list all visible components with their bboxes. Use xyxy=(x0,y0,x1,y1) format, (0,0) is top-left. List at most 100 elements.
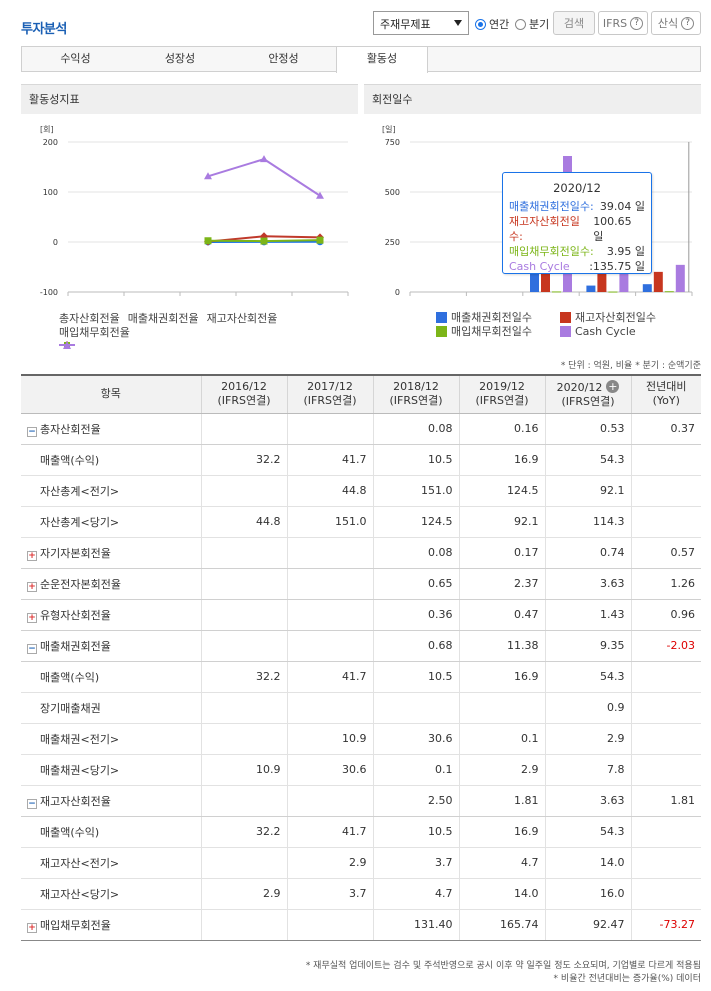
row-label: 재고자산회전율 xyxy=(40,794,111,808)
collapse-icon[interactable]: − xyxy=(27,643,37,654)
table-row: 매출액(수익) 32.2 41.7 10.5 16.9 54.3 xyxy=(21,816,701,848)
legend-item[interactable]: 재고자산회전율 xyxy=(59,311,277,348)
radio-quarter[interactable]: 분기 xyxy=(515,16,549,32)
value-cell xyxy=(630,816,701,848)
tab-stability[interactable]: 안정성 xyxy=(231,47,336,71)
expand-icon[interactable]: + xyxy=(27,550,37,561)
tooltip-row: 재고자산회전일수: 100.65 일 xyxy=(509,214,645,244)
row-label-cell[interactable]: + 자기자본회전율 xyxy=(21,537,201,569)
row-label: 매출채권회전율 xyxy=(40,639,111,653)
bar xyxy=(653,271,663,292)
table-group-row: − 총자산회전율 0.08 0.16 0.53 0.37 xyxy=(21,413,701,445)
row-label-cell[interactable]: + 유형자산회전율 xyxy=(21,599,201,631)
value-cell xyxy=(200,413,287,445)
x-tick-label: 2016/12 xyxy=(422,298,455,299)
tab-growth[interactable]: 성장성 xyxy=(129,47,231,71)
value-cell: 41.7 xyxy=(286,444,373,476)
row-label-cell[interactable]: + 순운전자본회전율 xyxy=(21,568,201,600)
table-group-row: + 자기자본회전율 0.08 0.17 0.74 0.57 xyxy=(21,537,701,569)
tooltip-row: Cash Cycle :135.75 일 xyxy=(509,259,645,274)
value-cell xyxy=(286,599,373,631)
value-cell: 2.50 xyxy=(372,785,459,817)
value-cell xyxy=(200,723,287,755)
chart-tooltip: 2020/12 매출채권회전일수: 39.04 일 재고자산회전일수: 100.… xyxy=(502,172,652,274)
legend-item[interactable]: 재고자산회전일수 xyxy=(560,310,656,324)
expand-icon[interactable]: + xyxy=(27,612,37,623)
expand-icon[interactable]: + xyxy=(27,922,37,933)
value-cell: 2.9 xyxy=(200,878,287,910)
value-cell: 151.0 xyxy=(286,506,373,538)
table-group-row: − 매출채권회전율 0.68 11.38 9.35 -2.03 xyxy=(21,630,701,662)
value-cell xyxy=(286,630,373,662)
row-label-cell[interactable]: − 재고자산회전율 xyxy=(21,785,201,817)
series-line xyxy=(207,158,321,197)
formula-label: 산식 xyxy=(657,17,679,30)
legend-item[interactable]: Cash Cycle xyxy=(560,324,636,338)
statement-type-select[interactable]: 주재무제표 xyxy=(373,11,469,35)
table-row: 자산총계<전기> 44.8 151.0 124.5 92.1 xyxy=(21,475,701,507)
header-sublabel: (IFRS연결) xyxy=(217,394,271,408)
row-label-cell[interactable]: − 매출채권회전율 xyxy=(21,630,201,662)
expand-plus-icon[interactable]: + xyxy=(606,379,620,393)
row-label-cell[interactable]: − 총자산회전율 xyxy=(21,413,201,445)
radio-checked-icon xyxy=(475,18,486,30)
value-cell: 0.96 xyxy=(630,599,701,631)
chevron-down-icon xyxy=(454,20,462,26)
table-group-row: + 순운전자본회전율 0.65 2.37 3.63 1.26 xyxy=(21,568,701,600)
value-cell: 165.74 xyxy=(458,909,545,941)
tab-activity[interactable]: 활동성 xyxy=(336,46,428,73)
legend-item[interactable]: 매입채무회전율 xyxy=(59,325,130,349)
table-group-row: + 매입채무회전율 131.40 165.74 92.47 -73.27 xyxy=(21,909,701,941)
value-cell: 92.1 xyxy=(458,506,545,538)
value-cell: 10.9 xyxy=(200,754,287,786)
value-cell xyxy=(286,568,373,600)
row-label-cell[interactable]: + 매입채무회전율 xyxy=(21,909,201,941)
tooltip-value: 3.95 일 xyxy=(606,245,645,258)
legend-label: 매입채무회전일수 xyxy=(451,325,532,338)
expand-icon[interactable]: + xyxy=(27,581,37,592)
legend-item[interactable]: 매출채권회전율 xyxy=(59,311,199,349)
legend-swatch xyxy=(436,311,447,323)
value-cell xyxy=(200,630,287,662)
value-cell: 16.9 xyxy=(458,661,545,693)
formula-help-button[interactable]: 산식 ? xyxy=(651,11,701,35)
x-tick-label: 2018/12 xyxy=(191,298,224,299)
table-row: 자산총계<당기> 44.8 151.0 124.5 92.1 114.3 xyxy=(21,506,701,538)
row-label: 매출액(수익) xyxy=(40,453,100,467)
table-group-row: + 유형자산회전율 0.36 0.47 1.43 0.96 xyxy=(21,599,701,631)
data-point xyxy=(260,155,268,163)
value-cell: 0.47 xyxy=(458,599,545,631)
value-cell: 3.63 xyxy=(544,568,631,600)
help-icon: ? xyxy=(630,16,644,30)
legend-item[interactable]: 매출채권회전일수 xyxy=(436,310,552,324)
value-cell: 44.8 xyxy=(200,506,287,538)
legend-item[interactable]: 매입채무회전일수 xyxy=(436,324,552,338)
collapse-icon[interactable]: − xyxy=(27,426,37,437)
header-period: 2017/12 (IFRS연결) xyxy=(286,374,373,414)
search-button[interactable]: 검색 xyxy=(553,11,595,35)
header-sublabel: (IFRS연결) xyxy=(561,394,615,408)
x-tick-label: 2017/12 xyxy=(478,298,511,299)
value-cell xyxy=(200,475,287,507)
legend-item[interactable]: 총자산회전율 xyxy=(59,311,120,348)
value-cell xyxy=(372,692,459,724)
row-label: 매출채권<전기> xyxy=(40,732,120,746)
ifrs-help-button[interactable]: IFRS ? xyxy=(598,11,648,35)
value-cell: 0.17 xyxy=(458,537,545,569)
value-cell xyxy=(630,878,701,910)
row-label: 자기자본회전율 xyxy=(40,546,111,560)
radio-annual[interactable]: 연간 xyxy=(475,16,509,32)
table-header-row: 항목 2016/12 (IFRS연결) 2017/12 (IFRS연결) 2018/12(… xyxy=(21,374,701,414)
value-cell xyxy=(286,785,373,817)
x-tick-label: 2018/12 xyxy=(534,298,567,299)
tab-profitability[interactable]: 수익성 xyxy=(22,47,129,71)
value-cell xyxy=(286,537,373,569)
bar xyxy=(664,291,674,293)
header-label: 2020/12 xyxy=(556,380,603,394)
table-group-row: − 재고자산회전율 2.50 1.81 3.63 1.81 xyxy=(21,785,701,817)
y-tick-label: -100 xyxy=(40,288,58,297)
collapse-icon[interactable]: − xyxy=(27,798,37,809)
x-tick-label: 2019/12 xyxy=(247,298,280,299)
value-cell: 92.1 xyxy=(544,475,631,507)
row-label-cell: 매출채권<전기> xyxy=(21,723,201,755)
